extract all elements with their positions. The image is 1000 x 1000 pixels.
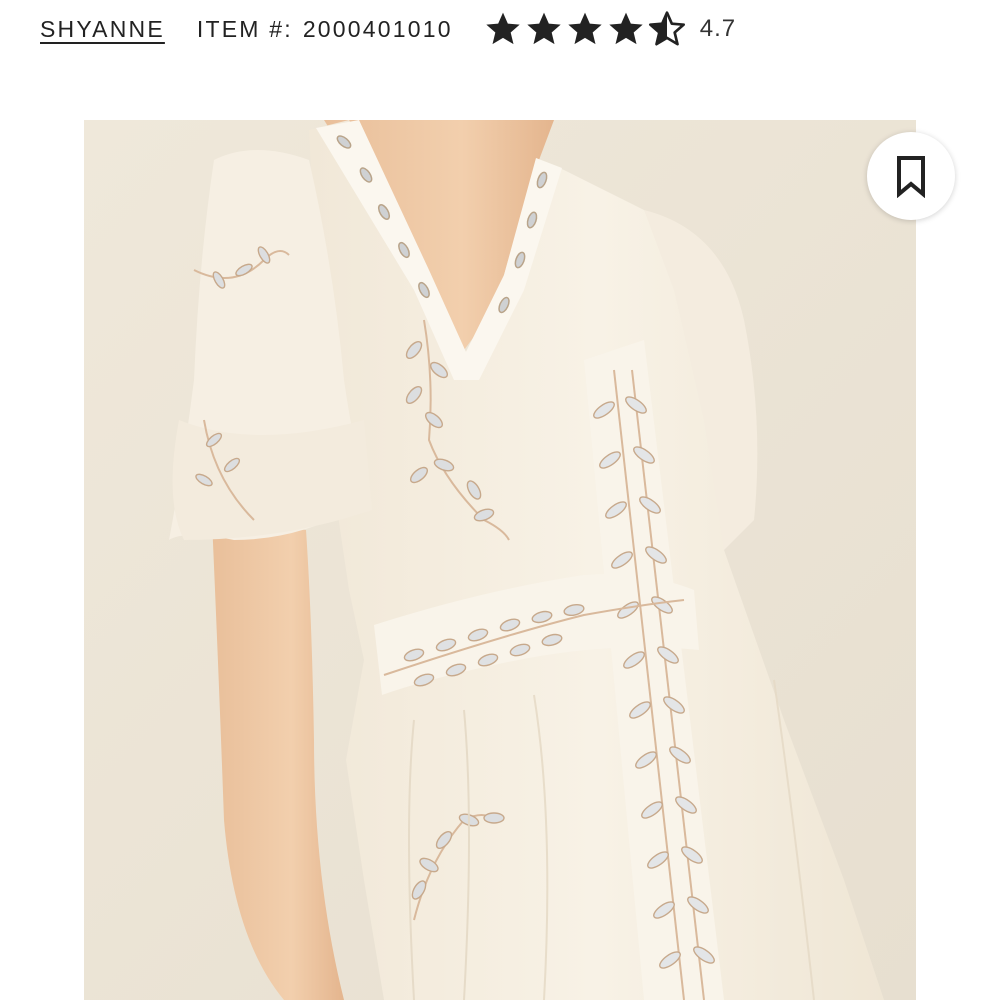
star-icon	[527, 12, 561, 45]
rating-value: 4.7	[699, 15, 737, 42]
bookmark-icon	[897, 156, 925, 198]
star-icon	[486, 12, 520, 45]
item-number-value: 2000401010	[302, 15, 453, 42]
product-page: SHYANNE ITEM #: 2000401010 4.7	[0, 0, 1000, 1000]
product-header: SHYANNE ITEM #: 2000401010 4.7	[40, 6, 736, 52]
half-star-icon	[648, 11, 685, 46]
bookmark-button[interactable]	[867, 132, 955, 220]
item-number-label: ITEM #:	[196, 15, 293, 42]
star-icon	[609, 12, 643, 45]
star-icon	[568, 12, 602, 45]
dress-photo	[84, 120, 916, 1000]
product-rating[interactable]: 4.7	[483, 9, 736, 49]
brand-link[interactable]: SHYANNE	[40, 16, 165, 43]
item-number: ITEM #: 2000401010	[197, 16, 453, 43]
rating-stars	[483, 9, 688, 49]
product-image[interactable]	[84, 120, 916, 1000]
